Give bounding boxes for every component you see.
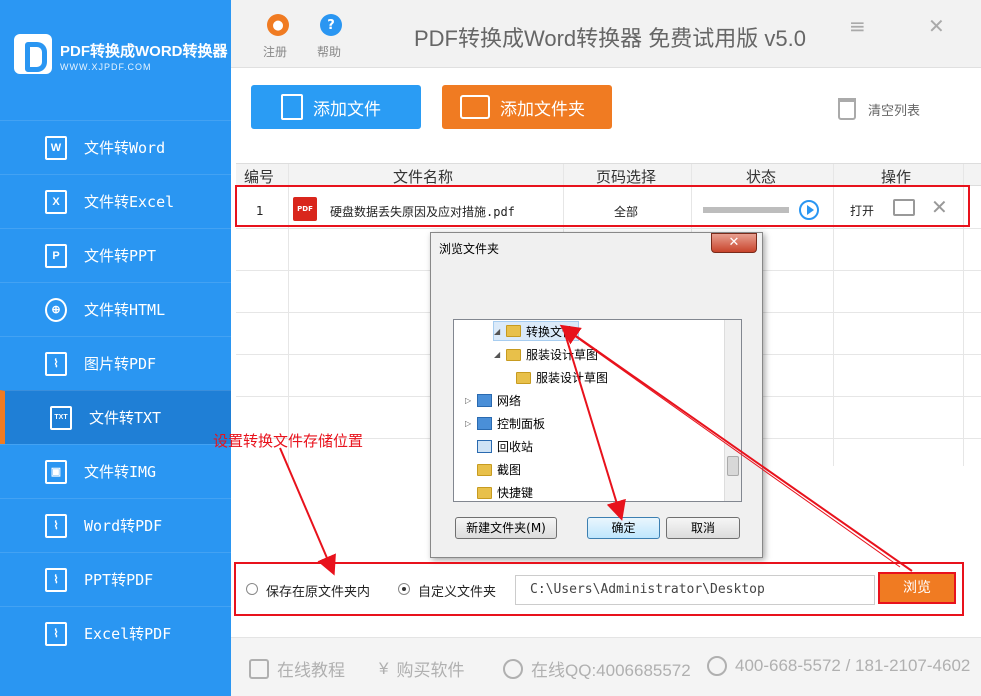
footer: 在线教程 ¥ 购买软件 在线QQ:4006685572 400-668-5572… [231,637,981,696]
arrow-to-ok [562,326,626,521]
buy-link[interactable]: ¥ 购买软件 [379,656,464,681]
buy-label: 购买软件 [396,661,465,680]
tutorial-label: 在线教程 [277,661,345,680]
radio-original-folder[interactable] [246,583,258,595]
document-icon [249,658,269,679]
radio-original-label[interactable]: 保存在原文件夹内 [266,581,370,600]
phone-icon [707,656,727,676]
arrow-to-folder-thin [565,329,901,568]
arrow-to-folder [559,324,913,572]
browse-button[interactable]: 浏览 [878,572,956,604]
phone-label: 400-668-5572 / 181-2107-4602 [735,656,971,675]
output-path-input[interactable]: C:\Users\Administrator\Desktop [515,575,875,605]
radio-custom-folder[interactable] [398,583,410,595]
arrow-to-save-area [279,447,336,576]
qq-label: 在线QQ:4006685572 [531,661,691,680]
tutorial-link[interactable]: 在线教程 [249,656,345,681]
radio-custom-label[interactable]: 自定义文件夹 [418,581,496,600]
qq-icon [503,658,523,679]
phone-info: 400-668-5572 / 181-2107-4602 [707,656,970,676]
qq-link[interactable]: 在线QQ:4006685572 [503,656,691,681]
yen-icon: ¥ [379,658,389,678]
